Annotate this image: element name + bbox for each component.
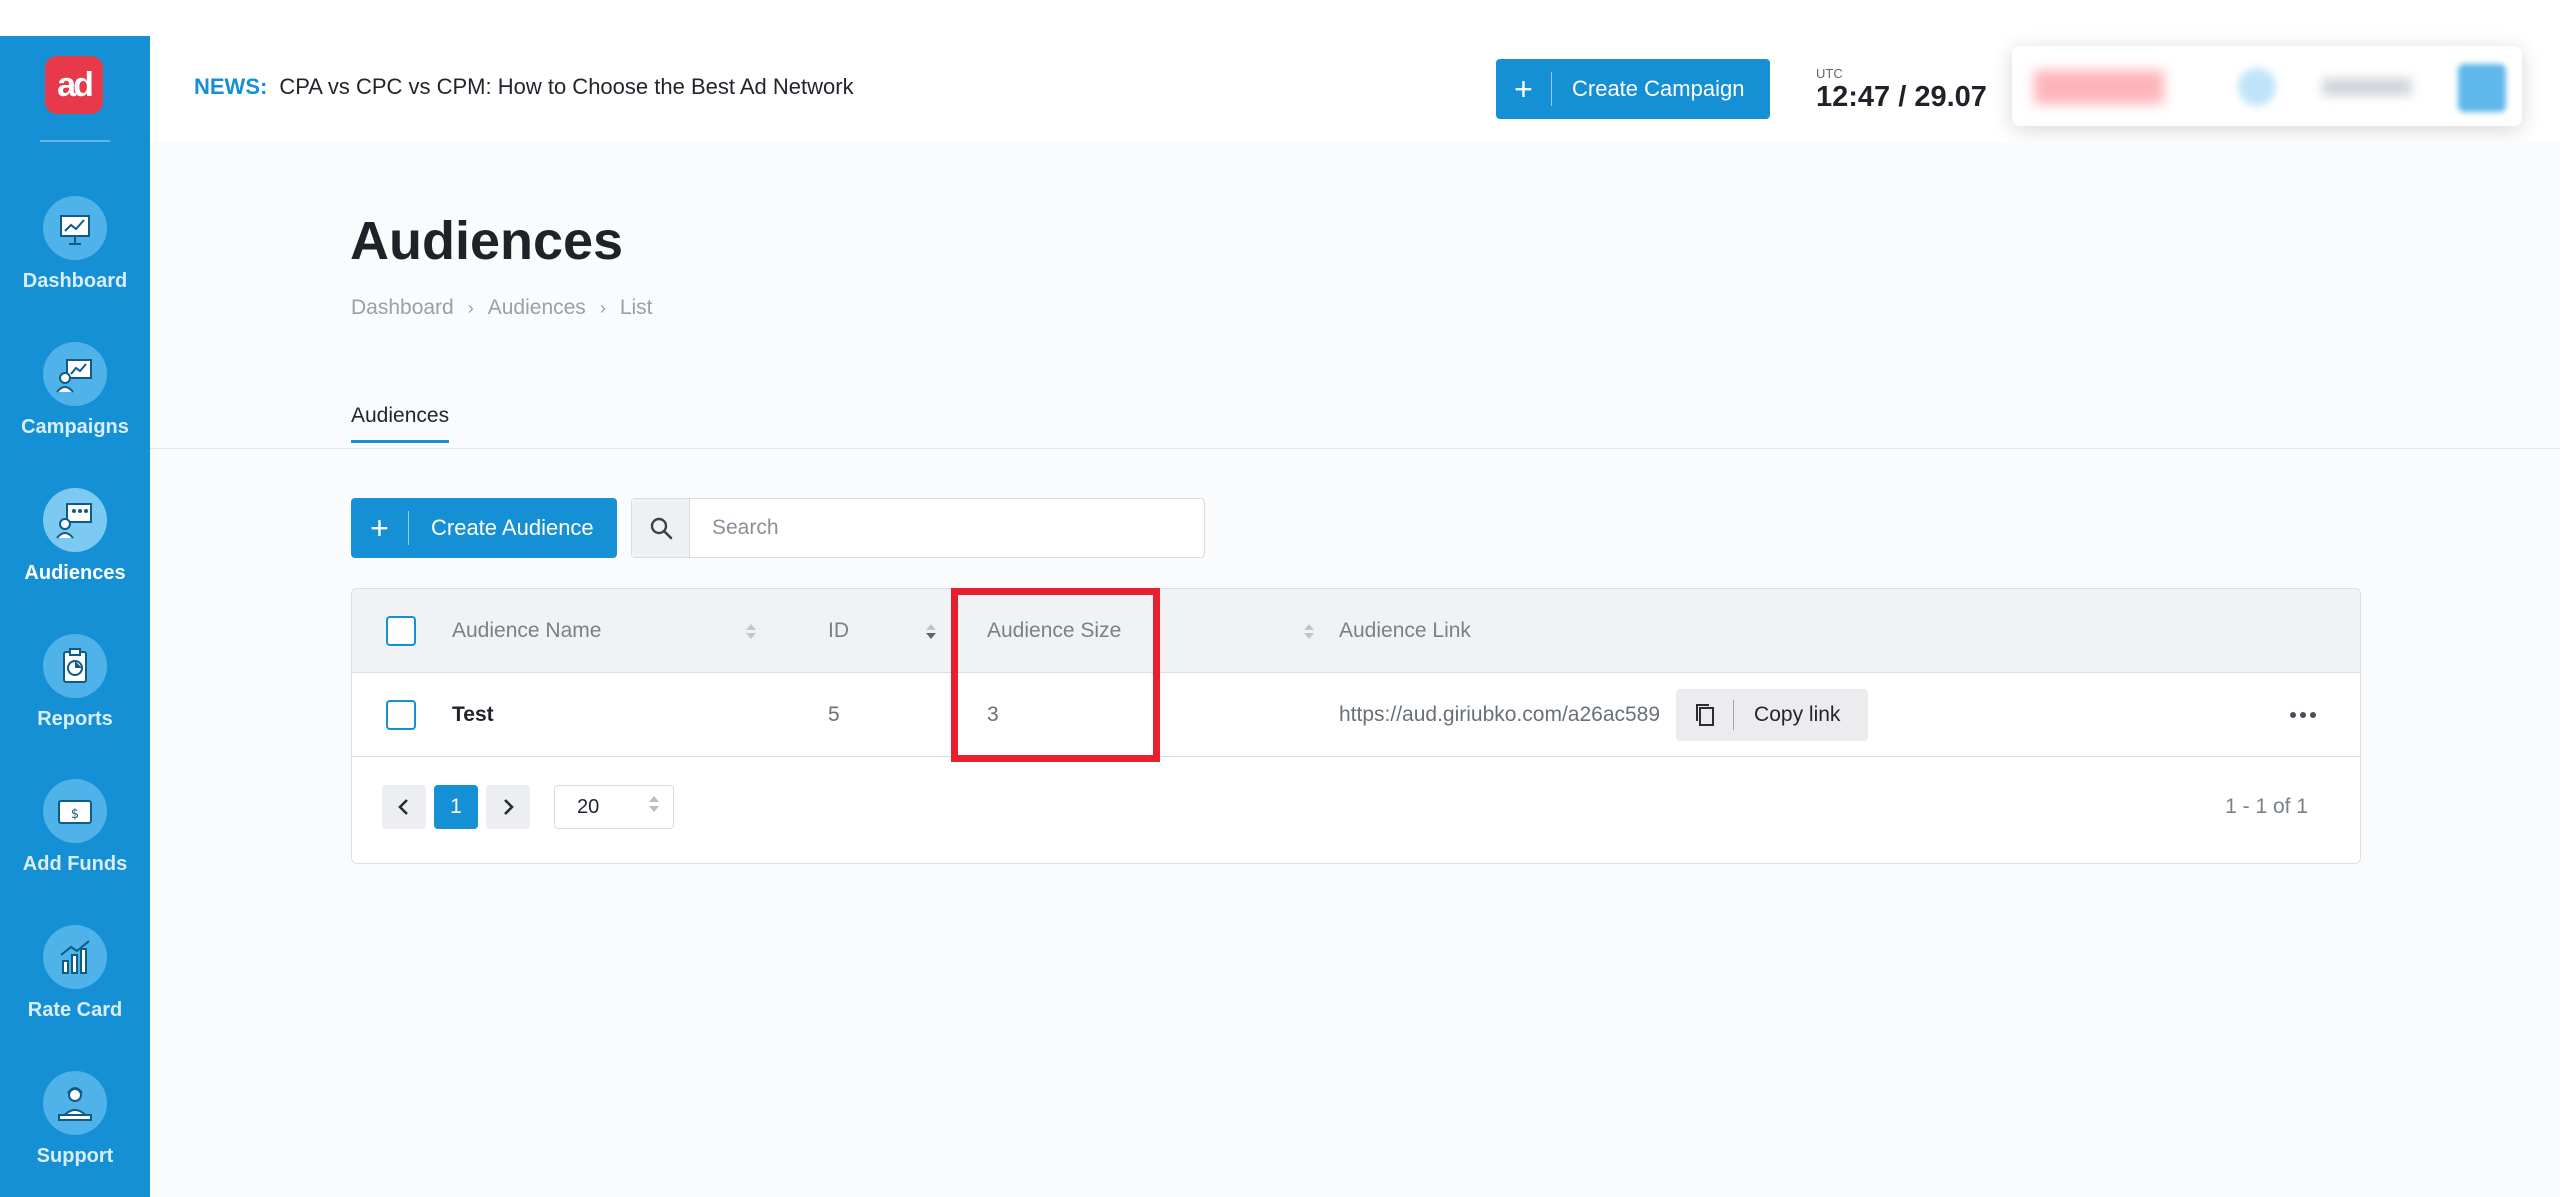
create-audience-button[interactable]: + Create Audience bbox=[351, 498, 617, 558]
row-actions bbox=[2290, 673, 2316, 757]
utc-clock: UTC 12:47 / 29.07 bbox=[1816, 66, 1987, 114]
column-id[interactable]: ID bbox=[828, 589, 936, 673]
sidebar-item-add-funds[interactable]: $ Add Funds bbox=[0, 779, 150, 899]
app-root: ad Dashboard Campaigns Audiences Reports bbox=[0, 0, 2576, 1197]
campaigns-icon bbox=[43, 342, 107, 406]
spinner-icon[interactable] bbox=[649, 796, 659, 812]
table-header: Audience Name ID Audience Size Audience … bbox=[352, 589, 2360, 673]
news-ticker[interactable]: NEWS: CPA vs CPC vs CPM: How to Choose th… bbox=[194, 74, 854, 100]
plus-icon: + bbox=[351, 511, 409, 545]
tab-audiences[interactable]: Audiences bbox=[351, 404, 450, 443]
column-audience-size[interactable]: Audience Size bbox=[987, 589, 1314, 673]
sidebar-item-dashboard[interactable]: Dashboard bbox=[0, 196, 150, 316]
column-label: Audience Link bbox=[1339, 619, 1471, 642]
main-content: Audiences Dashboard › Audiences › List A… bbox=[150, 142, 2560, 1197]
sidebar-item-label: Add Funds bbox=[22, 853, 128, 875]
account-panel[interactable] bbox=[2012, 46, 2522, 126]
row-select-cell bbox=[386, 673, 416, 757]
sort-icon[interactable] bbox=[1304, 623, 1314, 639]
notification-icon[interactable] bbox=[2238, 68, 2276, 106]
news-tag: NEWS: bbox=[194, 74, 268, 99]
sort-icon[interactable] bbox=[746, 623, 756, 639]
sidebar-item-support[interactable]: Support bbox=[0, 1071, 150, 1191]
sidebar-item-label: Reports bbox=[37, 708, 113, 730]
page-title: Audiences bbox=[350, 211, 624, 271]
column-label: ID bbox=[828, 619, 849, 642]
audiences-table: Audience Name ID Audience Size Audience … bbox=[351, 588, 2361, 864]
create-campaign-button[interactable]: + Create Campaign bbox=[1496, 59, 1770, 119]
create-campaign-label: Create Campaign bbox=[1572, 76, 1745, 101]
select-all-checkbox[interactable] bbox=[386, 616, 416, 646]
user-name-blurred bbox=[2322, 78, 2412, 96]
column-label: Audience Size bbox=[987, 619, 1122, 642]
sidebar-item-label: Support bbox=[36, 1145, 114, 1167]
pagination: 1 20 bbox=[382, 783, 674, 831]
plus-icon: + bbox=[1496, 72, 1552, 106]
avatar[interactable] bbox=[2458, 64, 2506, 112]
sidebar-item-label: Audiences bbox=[24, 562, 126, 584]
sidebar: ad Dashboard Campaigns Audiences Reports bbox=[0, 36, 150, 1197]
reports-icon bbox=[43, 634, 107, 698]
dashboard-icon bbox=[43, 196, 107, 260]
page-size-value: 20 bbox=[577, 795, 600, 818]
column-audience-name[interactable]: Audience Name bbox=[452, 589, 756, 673]
more-icon[interactable] bbox=[2290, 712, 2316, 718]
sidebar-item-label: Campaigns bbox=[21, 416, 129, 438]
sidebar-item-reports[interactable]: Reports bbox=[0, 634, 150, 754]
column-audience-link: Audience Link bbox=[1339, 589, 1471, 673]
sidebar-item-label: Dashboard bbox=[22, 270, 128, 292]
balance-blurred bbox=[2034, 70, 2164, 104]
top-bar: NEWS: CPA vs CPC vs CPM: How to Choose th… bbox=[150, 36, 2560, 142]
breadcrumb: Dashboard › Audiences › List bbox=[351, 296, 653, 320]
sort-icon[interactable] bbox=[926, 623, 936, 639]
sidebar-item-audiences[interactable]: Audiences bbox=[0, 488, 150, 608]
audience-name[interactable]: Test bbox=[452, 673, 494, 757]
logo-text: ad bbox=[57, 65, 94, 104]
search-icon[interactable] bbox=[632, 499, 690, 557]
utc-label: UTC bbox=[1816, 66, 1843, 81]
column-label: Audience Name bbox=[452, 619, 602, 642]
news-link[interactable]: CPA vs CPC vs CPM: How to Choose the Bes… bbox=[279, 74, 853, 99]
chevron-left-icon bbox=[398, 799, 408, 815]
rate-card-icon bbox=[43, 925, 107, 989]
search-box bbox=[631, 498, 1205, 558]
page-size-stepper[interactable]: 20 bbox=[554, 785, 674, 829]
audience-link-cell: https://aud.giriubko.com/a26ac589 Copy l… bbox=[1339, 673, 1869, 757]
logo-divider bbox=[40, 140, 110, 142]
audiences-icon bbox=[43, 488, 107, 552]
next-page-button[interactable] bbox=[486, 785, 530, 829]
page-button[interactable]: 1 bbox=[434, 785, 478, 829]
breadcrumb-audiences[interactable]: Audiences bbox=[488, 296, 586, 320]
breadcrumb-dashboard[interactable]: Dashboard bbox=[351, 296, 454, 320]
svg-text:$: $ bbox=[71, 807, 79, 822]
add-funds-icon: $ bbox=[43, 779, 107, 843]
tab-divider bbox=[150, 448, 2560, 449]
table-row[interactable]: Test 5 3 https://aud.giriubko.com/a26ac5… bbox=[352, 673, 2360, 757]
sidebar-item-rate-card[interactable]: Rate Card bbox=[0, 925, 150, 1045]
copy-link-label: Copy link bbox=[1754, 703, 1841, 726]
sidebar-item-label: Rate Card bbox=[27, 999, 123, 1021]
prev-page-button[interactable] bbox=[382, 785, 426, 829]
audience-size: 3 bbox=[987, 703, 999, 726]
app-logo[interactable]: ad bbox=[45, 56, 103, 114]
select-all-cell bbox=[386, 589, 416, 673]
audience-id: 5 bbox=[828, 703, 840, 726]
audience-link: https://aud.giriubko.com/a26ac589 bbox=[1339, 703, 1661, 726]
row-checkbox[interactable] bbox=[386, 700, 416, 730]
sidebar-item-campaigns[interactable]: Campaigns bbox=[0, 342, 150, 462]
chevron-right-icon bbox=[504, 799, 514, 815]
search-input[interactable] bbox=[690, 499, 1204, 557]
support-icon bbox=[43, 1071, 107, 1135]
create-audience-label: Create Audience bbox=[431, 515, 594, 540]
copy-icon bbox=[1676, 700, 1735, 730]
copy-link-button[interactable]: Copy link bbox=[1676, 689, 1869, 741]
breadcrumb-current: List bbox=[619, 296, 653, 319]
chevron-right-icon: › bbox=[599, 297, 606, 318]
pagination-range: 1 - 1 of 1 bbox=[2225, 795, 2308, 818]
chevron-right-icon: › bbox=[467, 297, 474, 318]
utc-time: 12:47 / 29.07 bbox=[1816, 81, 1987, 113]
